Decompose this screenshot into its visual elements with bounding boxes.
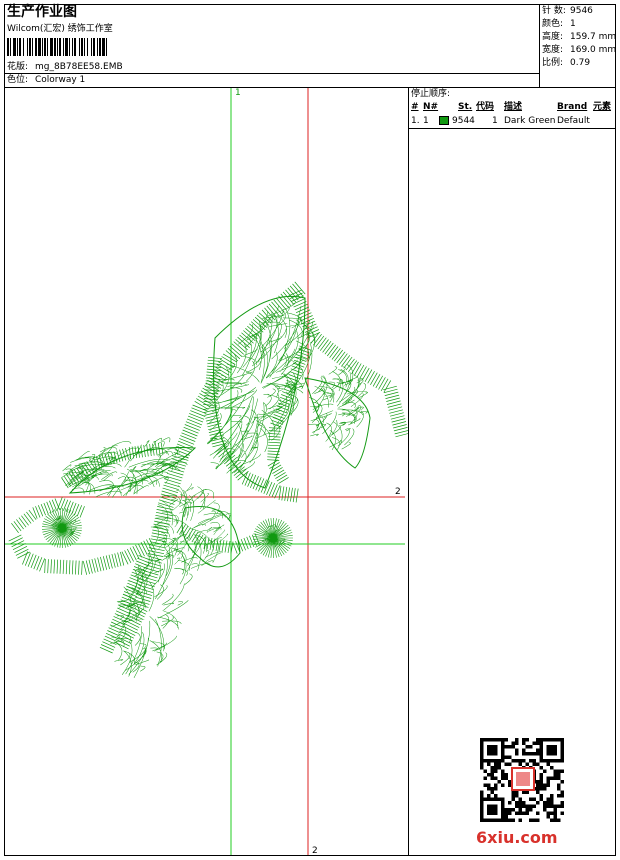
stitches-label: 针 数: <box>542 6 566 16</box>
embroidery-design <box>5 88 408 855</box>
scale-value: 0.79 <box>570 58 591 68</box>
width-label: 宽度: <box>542 45 564 55</box>
watermark-logo: 6xiu.com <box>476 828 558 847</box>
row-stitches: 9544 <box>452 116 475 126</box>
colorway-name: Colorway 1 <box>35 75 86 85</box>
colorway-label: 色位: <box>7 75 29 85</box>
width-value: 169.0 mm <box>570 45 617 55</box>
company-name: Wilcom(汇宏) 绣饰工作室 <box>7 24 113 34</box>
divider <box>408 128 616 129</box>
color-swatch <box>439 116 449 125</box>
column-header: 元素 <box>593 102 612 112</box>
divider <box>4 73 540 74</box>
design-file: mg_8B78EE58.EMB <box>35 62 123 72</box>
guide-marker-bottom: 2 <box>312 846 318 855</box>
row-description: Dark Green <box>504 116 556 126</box>
stitch-paths <box>8 281 408 678</box>
divider <box>408 87 409 856</box>
row-brand: Default <box>557 116 590 126</box>
embroidery-preview: 1 2 2 <box>5 88 408 855</box>
colors-label: 颜色: <box>542 19 564 29</box>
guide-marker-top: 1 <box>235 88 241 98</box>
column-header: # <box>411 102 419 112</box>
column-header: 代码 <box>476 102 495 112</box>
divider <box>539 4 540 88</box>
column-header: 描述 <box>504 102 523 112</box>
row-index: 1. <box>411 116 420 126</box>
qr-code <box>480 738 564 822</box>
column-header: Brand <box>557 102 588 112</box>
scale-label: 比例: <box>542 58 564 68</box>
column-header: N# <box>423 102 439 112</box>
guide-marker-right: 2 <box>395 487 401 497</box>
height-label: 高度: <box>542 32 564 42</box>
design-label: 花版: <box>7 62 29 72</box>
row-code: 1 <box>492 116 498 126</box>
height-value: 159.7 mm <box>570 32 617 42</box>
barcode <box>7 38 183 56</box>
stitches-value: 9546 <box>570 6 593 16</box>
page-title: 生产作业图 <box>7 4 77 20</box>
stop-sequence-title: 停止顺序: <box>411 89 451 99</box>
colors-value: 1 <box>570 19 576 29</box>
column-header: St. <box>458 102 473 112</box>
row-needle: 1 <box>423 116 429 126</box>
